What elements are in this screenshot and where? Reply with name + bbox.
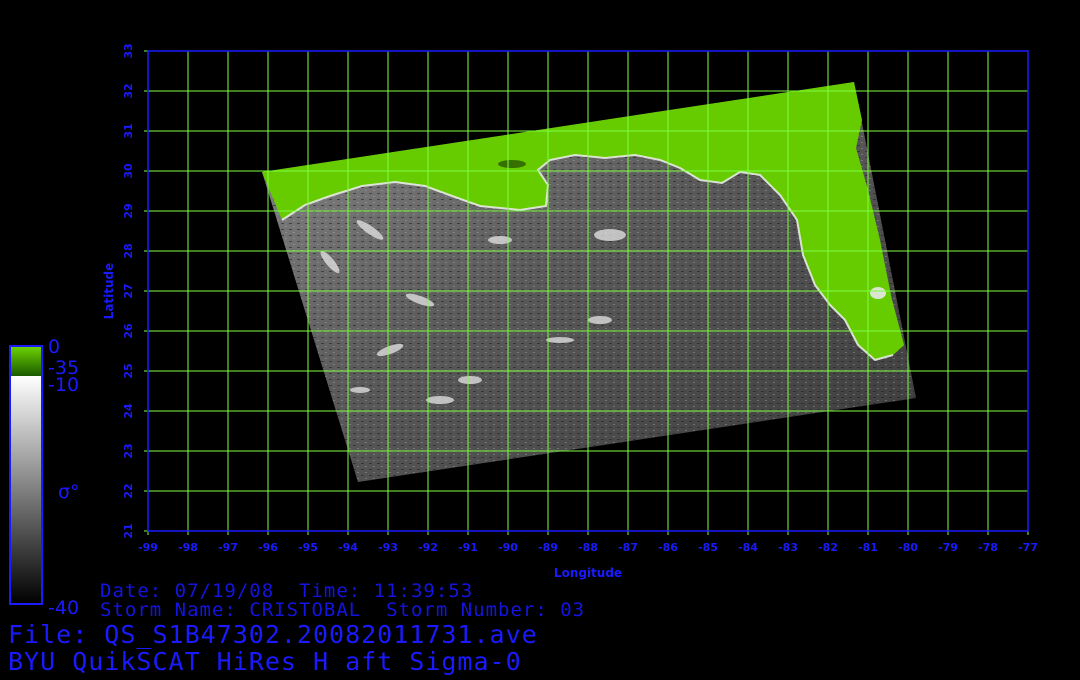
longitude-tick-label: -87 bbox=[618, 541, 638, 554]
x-axis-title: Longitude bbox=[554, 566, 622, 580]
colorbar-bottom-value: -40 bbox=[48, 597, 79, 619]
latitude-tick-label: 31 bbox=[122, 123, 135, 138]
longitude-tick-label: -98 bbox=[178, 541, 198, 554]
product-line: BYU QuikSCAT HiRes H aft Sigma-0 bbox=[8, 647, 522, 676]
longitude-tick-label: -88 bbox=[578, 541, 598, 554]
latitude-tick-label: 24 bbox=[122, 403, 135, 419]
longitude-tick-label: -97 bbox=[218, 541, 238, 554]
latitude-tick-labels: 21 22 23 24 25 26 27 28 29 30 31 32 33 bbox=[122, 43, 135, 538]
latitude-tick-label: 32 bbox=[122, 83, 135, 98]
colorbar-symbol: σ° bbox=[58, 481, 80, 503]
longitude-tick-label: -79 bbox=[938, 541, 958, 554]
longitude-tick-label: -80 bbox=[898, 541, 918, 554]
longitude-tick-label: -83 bbox=[778, 541, 798, 554]
longitude-tick-label: -99 bbox=[138, 541, 158, 554]
colorbar-land-segment bbox=[10, 346, 42, 376]
longitude-tick-label: -77 bbox=[1018, 541, 1038, 554]
longitude-tick-label: -82 bbox=[818, 541, 838, 554]
y-axis-title: Latitude bbox=[102, 263, 116, 320]
storm-line: Storm Name: CRISTOBAL Storm Number: 03 bbox=[100, 599, 585, 621]
lake-okeechobee bbox=[870, 287, 886, 299]
latitude-tick-label: 25 bbox=[122, 363, 135, 378]
lake-pontchartrain bbox=[498, 160, 526, 168]
longitude-tick-label: -91 bbox=[458, 541, 478, 554]
longitude-tick-label: -84 bbox=[738, 541, 758, 554]
longitude-tick-label: -93 bbox=[378, 541, 398, 554]
latitude-tick-label: 21 bbox=[122, 523, 135, 538]
sigma0-map-figure: -99 -98 -97 -96 -95 -94 -93 -92 -91 -90 -89 -88 -87 -… bbox=[8, 43, 1038, 676]
colorbar-gray-top-value: -10 bbox=[48, 374, 79, 396]
latitude-tick-label: 29 bbox=[122, 203, 135, 218]
longitude-tick-label: -85 bbox=[698, 541, 718, 554]
file-line: File: QS_S1B47302.20082011731.ave bbox=[8, 620, 538, 649]
longitude-tick-label: -96 bbox=[258, 541, 278, 554]
longitude-tick-label: -90 bbox=[498, 541, 518, 554]
latitude-tick-label: 26 bbox=[122, 323, 135, 339]
longitude-tick-label: -81 bbox=[858, 541, 878, 554]
colorbar: 0 -35 -10 σ° -40 bbox=[9, 336, 80, 619]
latitude-tick-label: 28 bbox=[122, 243, 135, 258]
longitude-tick-label: -94 bbox=[338, 541, 358, 554]
longitude-tick-labels: -99 -98 -97 -96 -95 -94 -93 -92 -91 -90 -89 -88 -87 -… bbox=[138, 541, 1038, 554]
colorbar-gray-segment bbox=[10, 376, 42, 604]
longitude-tick-label: -92 bbox=[418, 541, 438, 554]
swath-image bbox=[262, 82, 916, 482]
latitude-tick-label: 22 bbox=[122, 483, 135, 498]
latitude-tick-label: 23 bbox=[122, 443, 135, 458]
latitude-tick-label: 30 bbox=[122, 163, 135, 179]
longitude-tick-label: -86 bbox=[658, 541, 678, 554]
longitude-tick-label: -78 bbox=[978, 541, 998, 554]
colorbar-top-value: 0 bbox=[48, 336, 60, 358]
latitude-tick-label: 33 bbox=[122, 43, 135, 58]
longitude-tick-label: -95 bbox=[298, 541, 318, 554]
longitude-tick-label: -89 bbox=[538, 541, 558, 554]
latitude-tick-label: 27 bbox=[122, 283, 135, 298]
